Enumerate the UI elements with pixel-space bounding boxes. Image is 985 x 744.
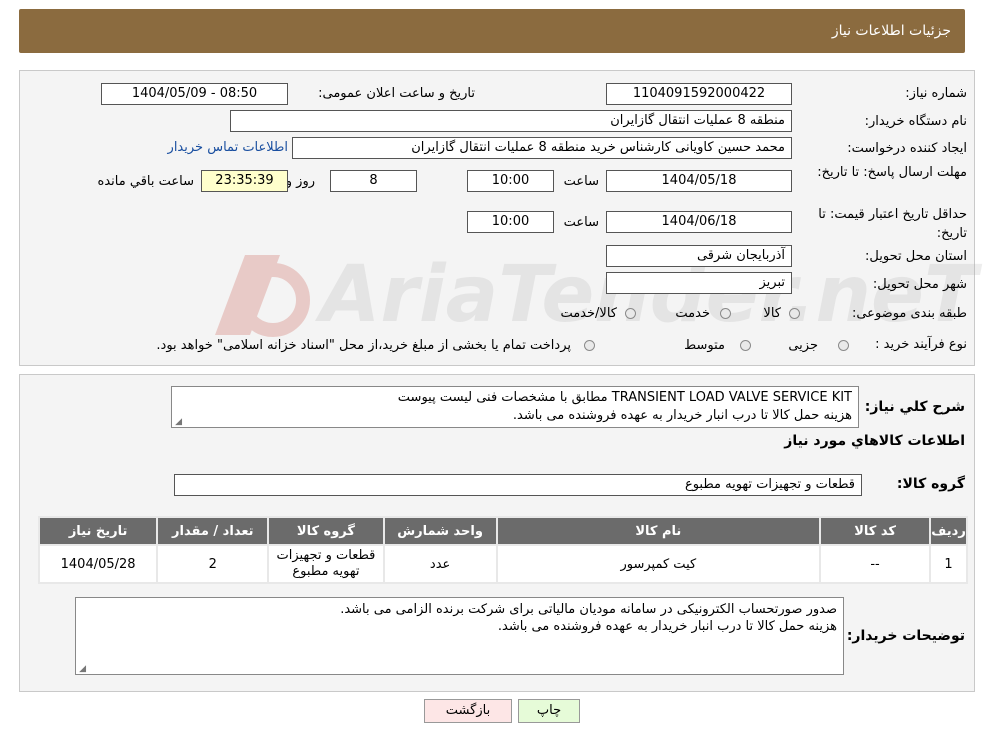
cell-qty: 2 (158, 546, 268, 582)
category-option-goods: کالا (763, 306, 781, 321)
need-number-field: 1104091592000422 (606, 83, 792, 105)
description-textarea[interactable]: TRANSIENT LOAD VALVE SERVICE KIT مطابق ب… (171, 386, 859, 428)
contact-info-link[interactable]: اطلاعات تماس خریدار (168, 140, 288, 155)
page-title: جزئیات اطلاعات نیاز (831, 23, 951, 39)
cell-row: 1 (931, 546, 966, 582)
cell-group: قطعات و تجهیزات تهویه مطبوع (269, 546, 383, 582)
category-option-goods-service: کالا/خدمت (560, 306, 617, 321)
goods-group-label: گروه کالا: (896, 476, 965, 492)
col-row: رديف (931, 518, 966, 544)
category-radio-goods[interactable] (789, 308, 800, 319)
buyer-notes-line-2: هزینه حمل کالا تا درب انبار خریدار به عه… (497, 619, 837, 634)
buyer-org-field: منطقه 8 عملیات انتقال گازایران (230, 110, 792, 132)
announce-label: تاریخ و ساعت اعلان عمومی: (318, 86, 475, 101)
need-number-label: شماره نیاز: (905, 86, 967, 101)
announce-field: 1404/05/09 - 08:50 (101, 83, 288, 105)
process-note: پرداخت تمام یا بخشی از مبلغ خرید،از محل … (156, 338, 571, 353)
deadline-time-label: ساعت (563, 174, 599, 189)
process-checkbox-treasury[interactable] (584, 340, 595, 351)
province-field: آذربایجان شرقی (606, 245, 792, 267)
process-radio-small[interactable] (838, 340, 849, 351)
category-radio-service[interactable] (720, 308, 731, 319)
city-field: تبریز (606, 272, 792, 294)
creator-field: محمد حسین کاویانی کارشناس خرید منطقه 8 ع… (292, 137, 792, 159)
validity-label: حداقل تاریخ اعتبار قیمت: تا تاریخ: (818, 207, 967, 241)
deadline-time-field: 10:00 (467, 170, 554, 192)
buyer-notes-textarea[interactable]: صدور صورتحساب الکترونیکی در سامانه مودیا… (75, 597, 844, 675)
validity-time-label: ساعت (563, 215, 599, 230)
table-row: 1 -- کیت کمپرسور عدد قطعات و تجهیزات تهو… (40, 546, 966, 582)
creator-label: ایجاد کننده درخواست: (847, 141, 967, 156)
cell-date: 1404/05/28 (40, 546, 157, 582)
cell-name: کیت کمپرسور (497, 546, 819, 582)
col-unit: واحد شمارش (384, 518, 496, 544)
col-date: تاريخ نياز (40, 518, 157, 544)
process-option-small: جزیی (788, 338, 818, 353)
category-radio-goods-service[interactable] (625, 308, 636, 319)
buyer-notes-line-1: صدور صورتحساب الکترونیکی در سامانه مودیا… (340, 602, 837, 617)
days-label: روز و (285, 174, 315, 189)
deadline-label: مهلت ارسال پاسخ: تا تاریخ: (817, 165, 967, 180)
category-option-service: خدمت (675, 306, 710, 321)
page-header: جزئیات اطلاعات نیاز (19, 9, 965, 53)
category-label: طبقه بندی موضوعی: (851, 306, 967, 321)
description-line-2: هزینه حمل کالا تا درب انبار خریدار به عه… (512, 408, 852, 423)
cell-unit: عدد (384, 546, 496, 582)
col-qty: تعداد / مقدار (158, 518, 268, 544)
col-code: کد کالا (821, 518, 930, 544)
buyer-notes-label: توضیحات خریدار: (846, 628, 965, 644)
items-table-header: رديف کد کالا نام کالا واحد شمارش گروه کا… (40, 518, 966, 544)
back-button[interactable]: بازگشت (424, 699, 512, 723)
province-label: استان محل تحویل: (865, 249, 967, 264)
validity-date-field: 1404/06/18 (606, 211, 792, 233)
resize-handle-icon[interactable]: ◢ (78, 665, 86, 674)
process-label: نوع فرآیند خرید : (875, 337, 967, 352)
validity-time-field: 10:00 (467, 211, 554, 233)
goods-section-title: اطلاعات کالاهاي مورد نياز (784, 433, 965, 449)
items-table: رديف کد کالا نام کالا واحد شمارش گروه کا… (38, 516, 968, 584)
print-button[interactable]: چاپ (518, 699, 580, 723)
remaining-label: ساعت باقي مانده (97, 174, 194, 189)
goods-group-field: قطعات و تجهیزات تهویه مطبوع (174, 474, 862, 496)
items-table-wrapper: رديف کد کالا نام کالا واحد شمارش گروه کا… (38, 516, 968, 584)
days-field: 8 (330, 170, 417, 192)
process-radio-medium[interactable] (740, 340, 751, 351)
resize-handle-icon[interactable]: ◢ (174, 418, 182, 427)
description-line-1: TRANSIENT LOAD VALVE SERVICE KIT مطابق ب… (397, 390, 852, 405)
description-label: شرح کلي نياز: (864, 399, 965, 415)
deadline-date-field: 1404/05/18 (606, 170, 792, 192)
col-name: نام کالا (497, 518, 819, 544)
buyer-org-label: نام دستگاه خریدار: (864, 114, 967, 129)
process-option-medium: متوسط (684, 338, 725, 353)
city-label: شهر محل تحویل: (872, 277, 967, 292)
remaining-time-field: 23:35:39 (201, 170, 288, 192)
col-group: گروه کالا (269, 518, 383, 544)
cell-code: -- (821, 546, 930, 582)
